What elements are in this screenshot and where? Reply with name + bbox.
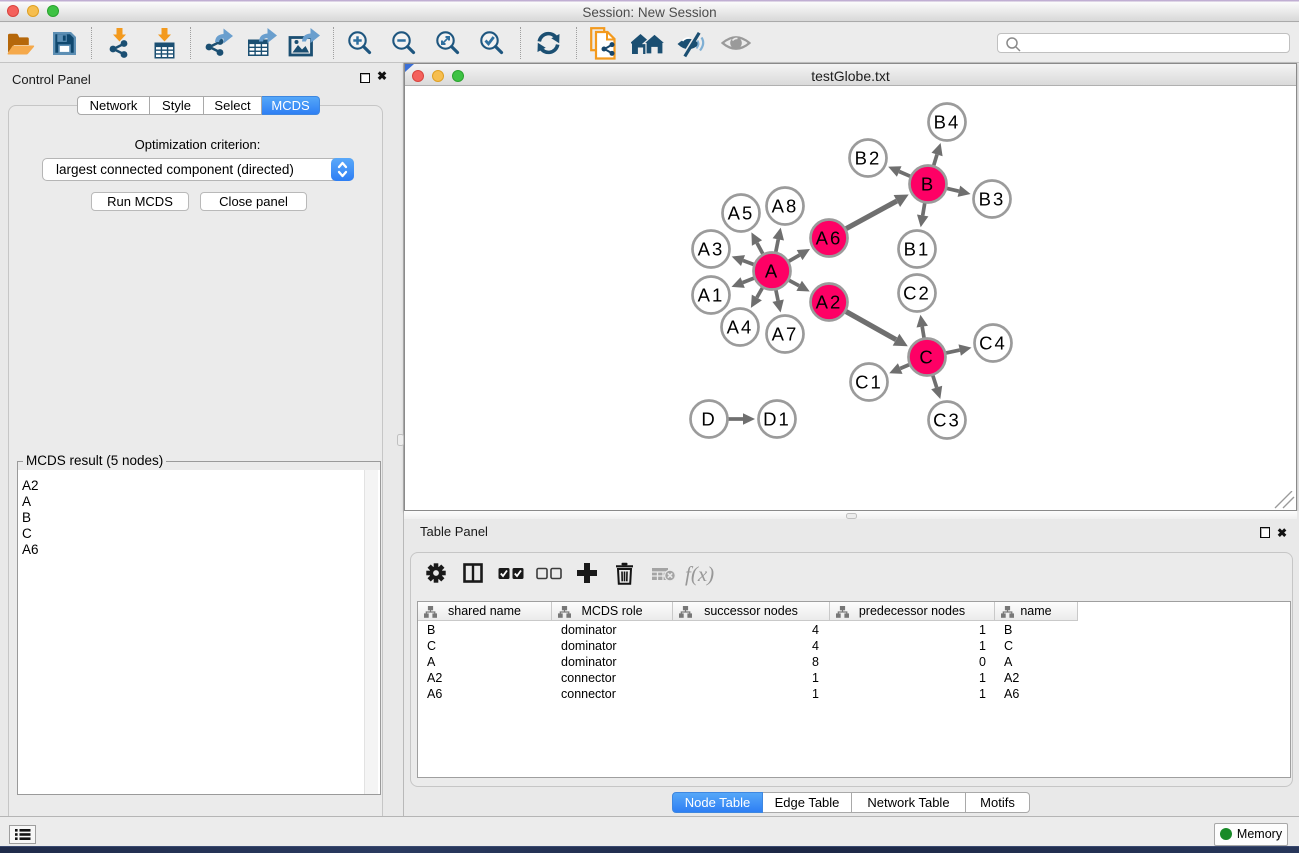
svg-text:A: A	[765, 261, 779, 282]
svg-text:A7: A7	[772, 324, 799, 345]
svg-text:B2: B2	[855, 148, 882, 169]
svg-text:A1: A1	[698, 285, 725, 306]
svg-text:B3: B3	[979, 189, 1006, 210]
svg-text:A3: A3	[698, 239, 725, 260]
svg-text:B: B	[921, 174, 935, 195]
svg-text:C4: C4	[979, 333, 1007, 354]
svg-text:A6: A6	[816, 228, 843, 249]
svg-text:C: C	[919, 347, 934, 368]
svg-text:A4: A4	[727, 317, 754, 338]
svg-text:A2: A2	[816, 292, 843, 313]
svg-text:C1: C1	[855, 372, 883, 393]
svg-text:A5: A5	[728, 203, 755, 224]
svg-text:C2: C2	[903, 283, 931, 304]
svg-text:C3: C3	[933, 410, 961, 431]
svg-text:B4: B4	[934, 112, 961, 133]
svg-text:D: D	[701, 409, 716, 430]
svg-text:A8: A8	[772, 196, 799, 217]
svg-text:D1: D1	[763, 409, 791, 430]
svg-text:B1: B1	[904, 239, 931, 260]
